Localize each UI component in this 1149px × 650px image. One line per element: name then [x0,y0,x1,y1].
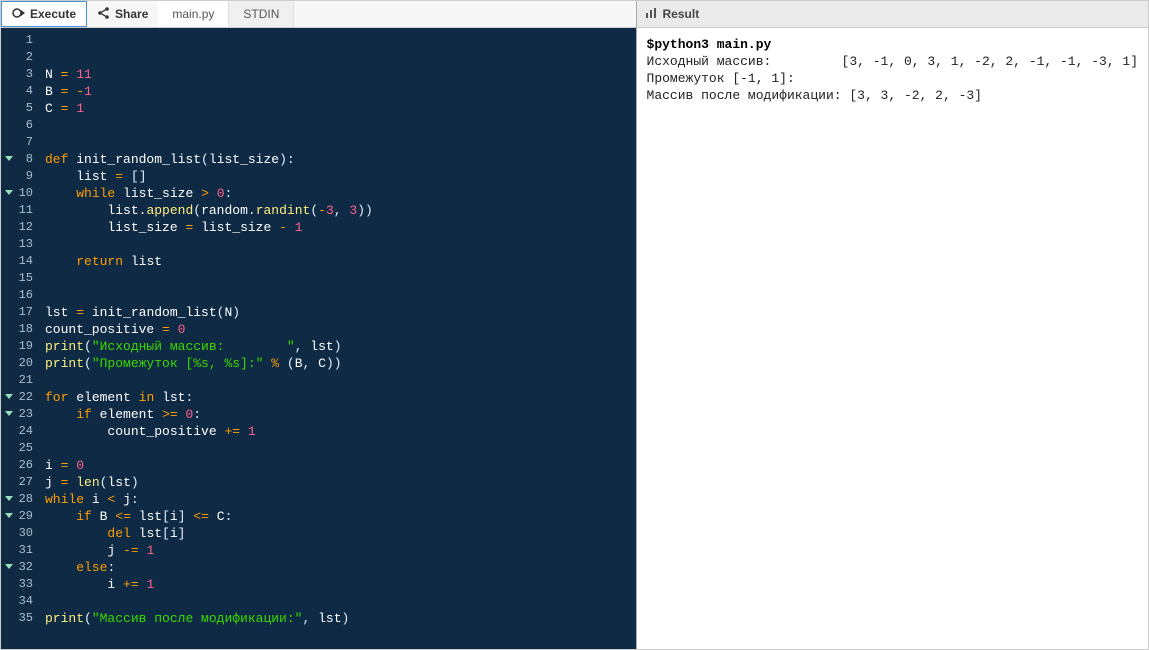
result-pane: Result $python3 main.py Исходный массив:… [637,1,1148,649]
share-label: Share [115,7,148,21]
line-number: 16 [7,287,33,304]
line-number: 14 [7,253,33,270]
line-number: 32 [7,559,33,576]
code-line[interactable]: print("Промежуток [%s, %s]:" % (B, C)) [45,355,636,372]
line-number: 22 [7,389,33,406]
tab-label: main.py [172,7,214,21]
share-button[interactable]: Share [87,1,158,27]
line-number: 7 [7,134,33,151]
code-line[interactable]: for element in lst: [45,389,636,406]
code-editor[interactable]: 1234567891011121314151617181920212223242… [1,28,636,649]
line-number: 25 [7,440,33,457]
line-number: 4 [7,83,33,100]
execute-label: Execute [30,7,76,21]
code-line[interactable]: count_positive += 1 [45,423,636,440]
code-line[interactable] [45,134,636,151]
code-line[interactable]: i = 0 [45,457,636,474]
fold-icon[interactable] [5,496,13,505]
line-number: 15 [7,270,33,287]
code-line[interactable]: if element >= 0: [45,406,636,423]
editor-pane: Execute Share main.py STDIN 123456789101… [1,1,637,649]
code-line[interactable] [45,440,636,457]
code-line[interactable]: del lst[i] [45,525,636,542]
code-line[interactable]: while list_size > 0: [45,185,636,202]
line-number: 21 [7,372,33,389]
code-line[interactable] [45,372,636,389]
line-number: 29 [7,508,33,525]
code-line[interactable]: j -= 1 [45,542,636,559]
fold-icon[interactable] [5,190,13,199]
line-number: 1 [7,32,33,49]
tab-main-py[interactable]: main.py [158,1,229,27]
code-line[interactable]: B = -1 [45,83,636,100]
line-number: 13 [7,236,33,253]
line-number: 11 [7,202,33,219]
code-line[interactable]: lst = init_random_list(N) [45,304,636,321]
code-line[interactable]: N = 11 [45,66,636,83]
code-line[interactable]: j = len(lst) [45,474,636,491]
code-line[interactable] [45,32,636,49]
line-number: 24 [7,423,33,440]
line-number: 5 [7,100,33,117]
code-line[interactable] [45,270,636,287]
line-number: 35 [7,610,33,627]
line-number: 26 [7,457,33,474]
line-number: 19 [7,338,33,355]
code-line[interactable]: if B <= lst[i] <= C: [45,508,636,525]
fold-icon[interactable] [5,394,13,403]
line-number: 10 [7,185,33,202]
line-gutter: 1234567891011121314151617181920212223242… [1,28,41,649]
code-line[interactable] [45,49,636,66]
line-number: 31 [7,542,33,559]
code-line[interactable]: while i < j: [45,491,636,508]
code-line[interactable]: else: [45,559,636,576]
line-number: 27 [7,474,33,491]
fold-icon[interactable] [5,411,13,420]
result-header: Result [637,1,1148,28]
code-line[interactable]: list = [] [45,168,636,185]
line-number: 8 [7,151,33,168]
code-line[interactable]: list.append(random.randint(-3, 3)) [45,202,636,219]
line-number: 33 [7,576,33,593]
line-number: 23 [7,406,33,423]
code-line[interactable] [45,117,636,134]
line-number: 34 [7,593,33,610]
code-line[interactable]: return list [45,253,636,270]
tab-stdin[interactable]: STDIN [229,1,294,27]
fold-icon[interactable] [5,564,13,573]
code-line[interactable]: i += 1 [45,576,636,593]
fold-icon[interactable] [5,513,13,522]
line-number: 18 [7,321,33,338]
line-number: 17 [7,304,33,321]
output-command: $python3 main.py [647,37,772,52]
code-line[interactable]: print("Массив после модификации:", lst) [45,610,636,627]
execute-button[interactable]: Execute [1,1,87,27]
line-number: 12 [7,219,33,236]
result-title: Result [663,7,700,21]
output-console[interactable]: $python3 main.py Исходный массив: [3, -1… [637,28,1148,649]
line-number: 6 [7,117,33,134]
code-line[interactable] [45,287,636,304]
code-line[interactable] [45,236,636,253]
line-number: 9 [7,168,33,185]
share-icon [97,6,111,23]
fold-icon[interactable] [5,156,13,165]
code-content[interactable]: N = 11B = -1C = 1 def init_random_list(li… [41,28,636,649]
gear-run-icon [12,6,26,23]
line-number: 28 [7,491,33,508]
code-line[interactable]: count_positive = 0 [45,321,636,338]
line-number: 20 [7,355,33,372]
chart-icon [645,7,657,22]
line-number: 3 [7,66,33,83]
line-number: 2 [7,49,33,66]
code-line[interactable]: print("Исходный массив: ", lst) [45,338,636,355]
code-line[interactable]: C = 1 [45,100,636,117]
code-line[interactable]: list_size = list_size - 1 [45,219,636,236]
tab-label: STDIN [243,7,279,21]
editor-toolbar: Execute Share main.py STDIN [1,1,636,28]
code-line[interactable]: def init_random_list(list_size): [45,151,636,168]
code-line[interactable] [45,593,636,610]
line-number: 30 [7,525,33,542]
